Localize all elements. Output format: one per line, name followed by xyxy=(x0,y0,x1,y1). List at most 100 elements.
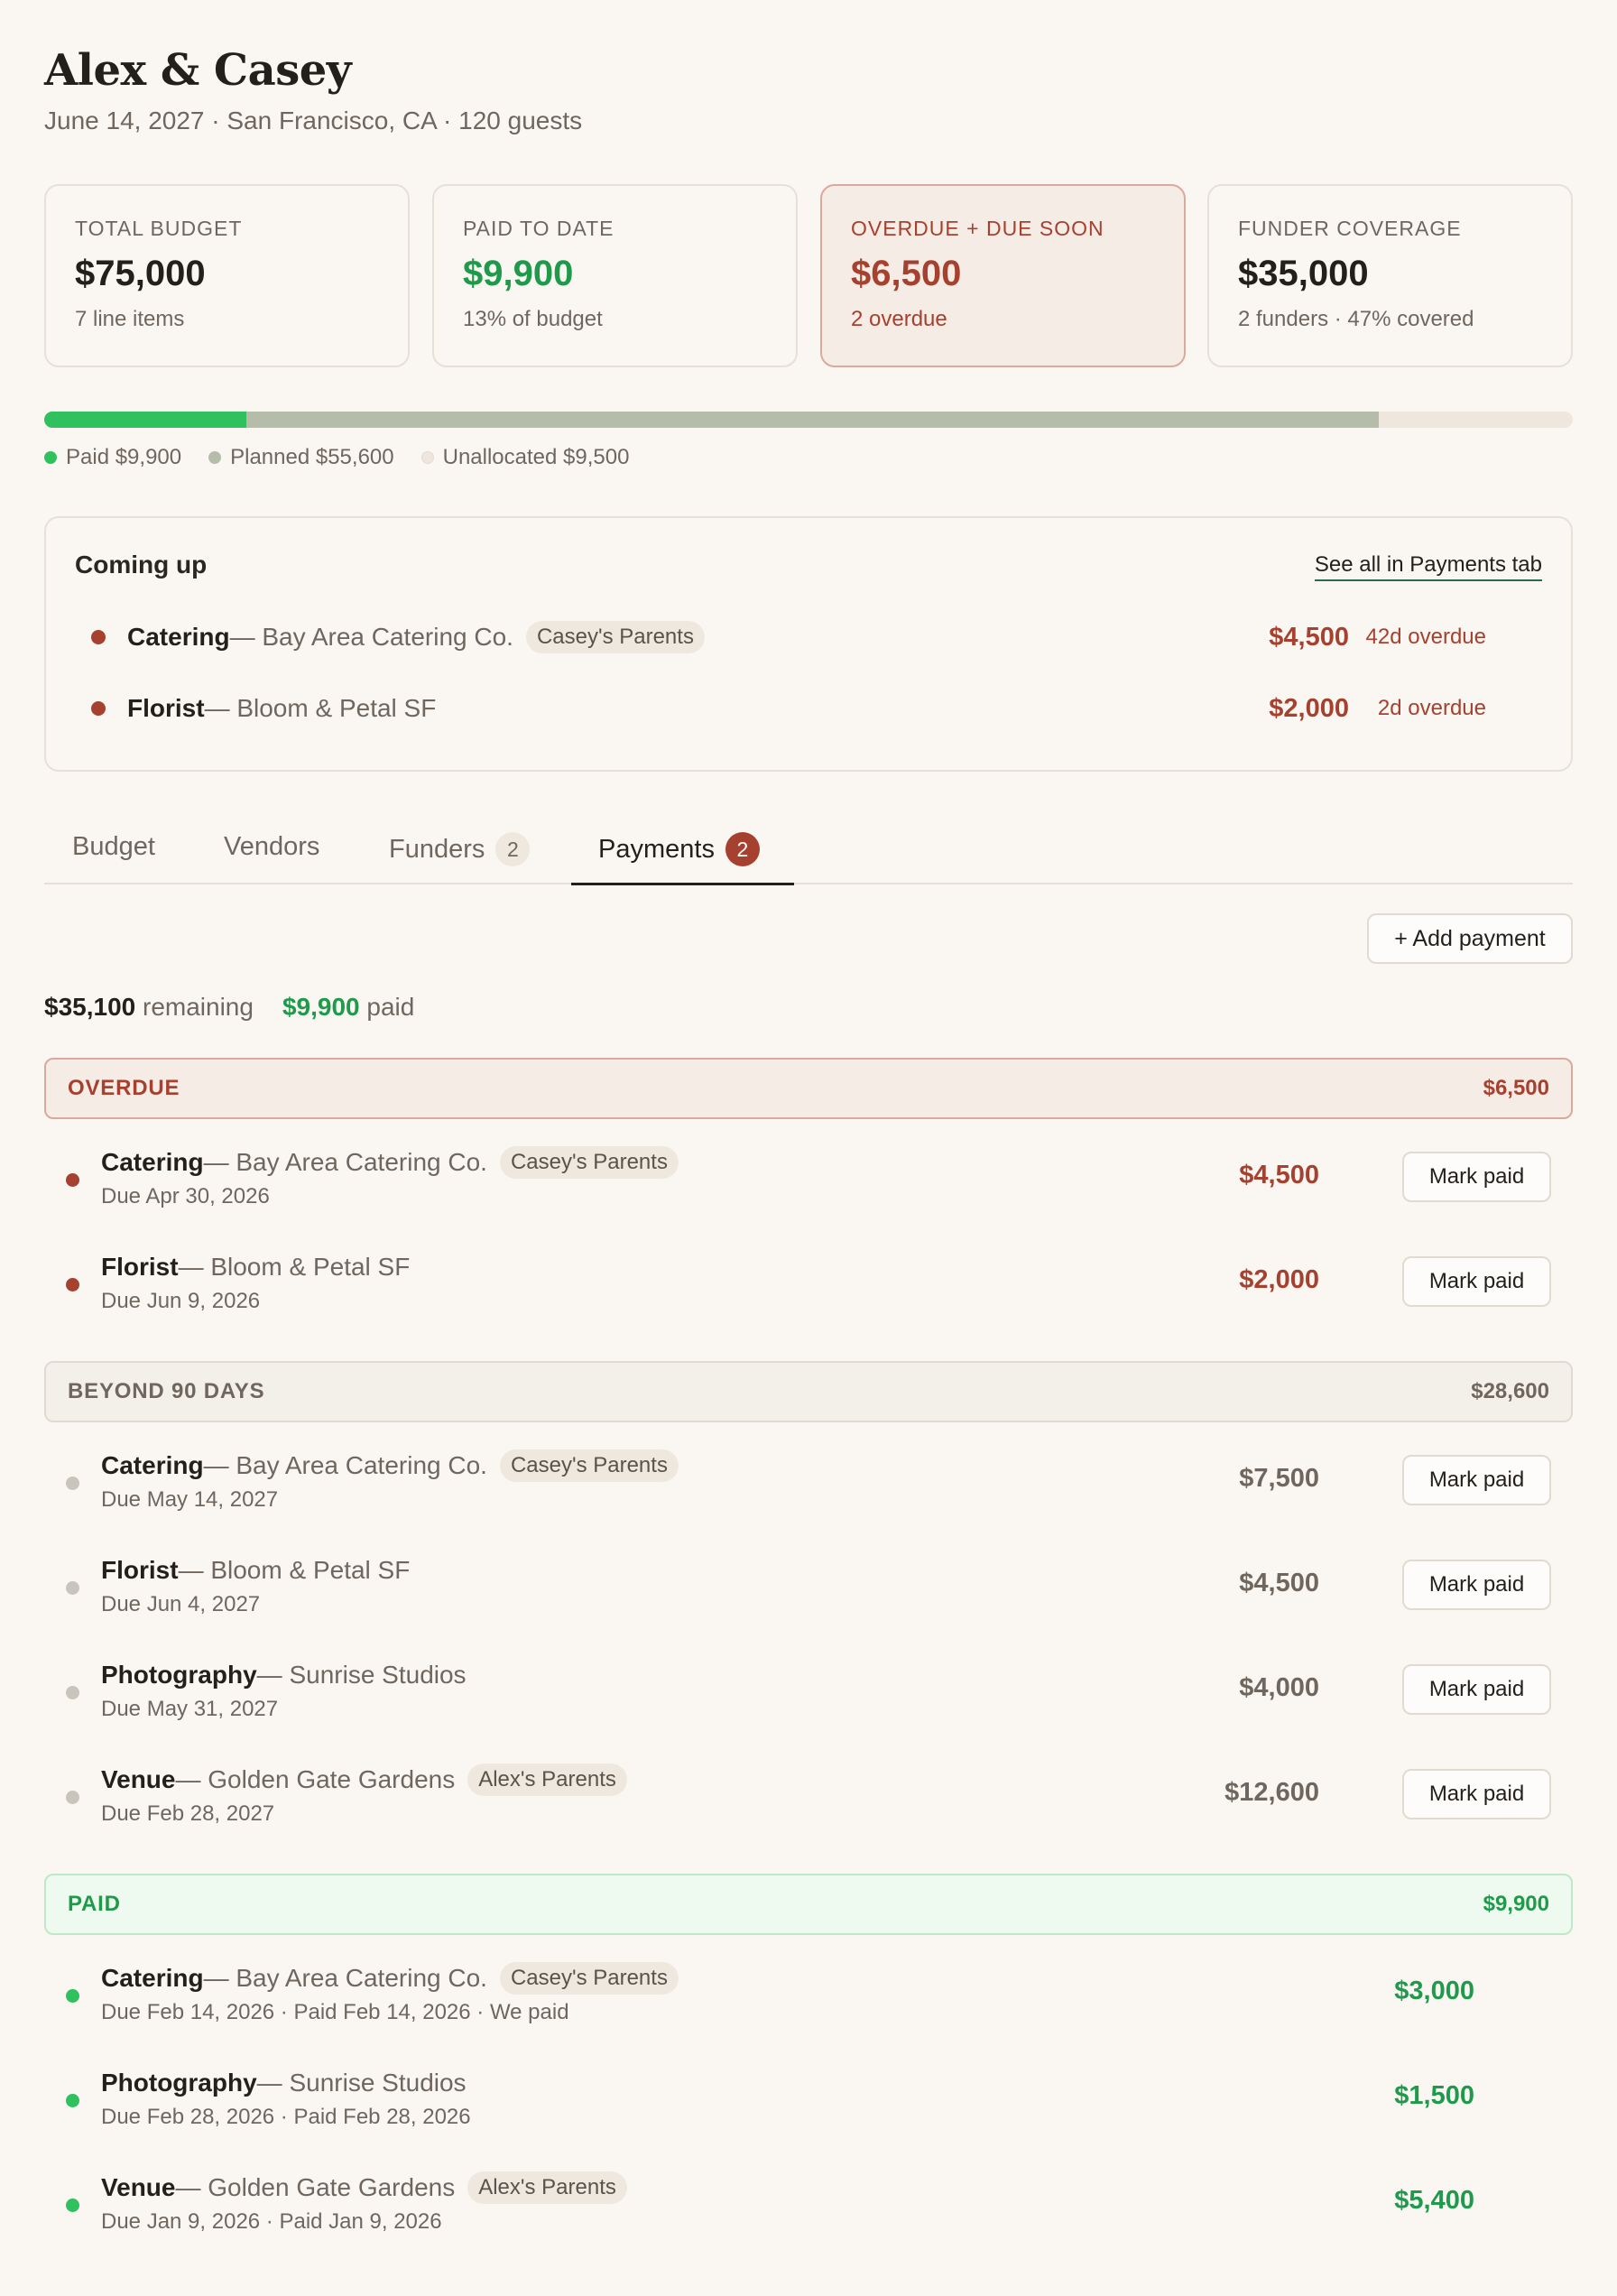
payment-row: Catering — Bay Area Catering Co. Casey's … xyxy=(44,1446,1573,1522)
payment-vendor: — Bay Area Catering Co. xyxy=(203,1964,487,1992)
mark-paid-button[interactable]: Mark paid xyxy=(1402,1455,1551,1505)
legend-dot-icon xyxy=(44,451,57,464)
section-header-paid: PAID $9,900 xyxy=(44,1874,1573,1935)
stat-note: 7 line items xyxy=(75,307,185,331)
legend-planned: Planned $55,600 xyxy=(208,445,394,470)
payment-amount: $5,400 xyxy=(1394,2186,1474,2215)
upcoming-dot-icon xyxy=(66,1477,79,1490)
paid-dot-icon xyxy=(66,2199,79,2212)
payment-row: Florist — Bloom & Petal SF Due Jun 4, 20… xyxy=(44,1551,1573,1626)
legend-dot-icon xyxy=(420,451,434,464)
payment-category: Florist xyxy=(101,1556,179,1584)
tab-funders[interactable]: Funders 2 xyxy=(389,832,531,866)
coming-up-title: Coming up xyxy=(75,551,208,579)
section-total: $28,600 xyxy=(1471,1379,1549,1403)
payment-row: Venue — Golden Gate Gardens Alex's Parent… xyxy=(44,2168,1573,2244)
tab-label: Budget xyxy=(72,832,155,861)
section-header-beyond-90-days: BEYOND 90 DAYS $28,600 xyxy=(44,1361,1573,1422)
payment-amount: $1,500 xyxy=(1394,2081,1474,2110)
tab-label: Vendors xyxy=(224,832,320,861)
payment-row: Catering — Bay Area Catering Co. Casey's … xyxy=(44,1143,1573,1218)
mark-paid-button[interactable]: Mark paid xyxy=(1402,1560,1551,1610)
stat-card-overdue[interactable]: OVERDUE + DUE SOON $6,500 2 overdue xyxy=(820,184,1186,367)
coming-up-item[interactable]: Florist — Bloom & Petal SF $2,000 2d ove… xyxy=(91,689,1529,728)
payment-description: Photography — Sunrise Studios xyxy=(101,1655,467,1695)
payment-amount: $2,000 xyxy=(1269,693,1349,723)
payment-row: Catering — Bay Area Catering Co. Casey's … xyxy=(44,1958,1573,2034)
section-title: BEYOND 90 DAYS xyxy=(68,1379,265,1403)
paid-label: paid xyxy=(359,993,415,1021)
payment-amount: $4,500 xyxy=(1239,1569,1319,1597)
section-total: $9,900 xyxy=(1483,1892,1549,1916)
stat-value: $35,000 xyxy=(1238,254,1369,293)
payment-vendor: — Bloom & Petal SF xyxy=(204,694,437,722)
payment-description: Photography — Sunrise Studios xyxy=(101,2063,467,2103)
tab-bar: Budget Vendors Funders 2 Payments 2 xyxy=(44,812,1573,885)
mark-paid-button[interactable]: Mark paid xyxy=(1402,1152,1551,1202)
stat-card-funder-coverage: FUNDER COVERAGE $35,000 2 funders · 47% … xyxy=(1207,184,1573,367)
upcoming-dot-icon xyxy=(66,1686,79,1699)
payment-due-date: Due Feb 28, 2026 · Paid Feb 28, 2026 xyxy=(101,2105,471,2129)
tab-vendors[interactable]: Vendors xyxy=(224,832,319,862)
payment-due-date: Due Feb 28, 2027 xyxy=(101,1801,275,1826)
payment-description: Catering — Bay Area Catering Co. Casey's … xyxy=(127,621,705,653)
stat-cards: TOTAL BUDGET $75,000 7 line items PAID T… xyxy=(44,184,1573,367)
legend-paid: Paid $9,900 xyxy=(44,445,181,470)
mark-paid-button[interactable]: Mark paid xyxy=(1402,1256,1551,1307)
payment-amount: $7,500 xyxy=(1239,1464,1319,1493)
upcoming-dot-icon xyxy=(66,1581,79,1595)
payment-due-date: Due Apr 30, 2026 xyxy=(101,1184,270,1208)
payment-category: Photography xyxy=(101,1661,257,1689)
add-payment-button[interactable]: + Add payment xyxy=(1367,913,1573,964)
funder-badge: Alex's Parents xyxy=(467,2171,627,2204)
payment-vendor: — Golden Gate Gardens xyxy=(175,2173,456,2201)
payment-vendor: — Bloom & Petal SF xyxy=(178,1556,411,1584)
payment-category: Catering xyxy=(101,1148,204,1176)
tab-label: Payments xyxy=(598,834,715,864)
payment-description: Catering — Bay Area Catering Co. Casey's … xyxy=(101,1143,679,1182)
stat-value: $75,000 xyxy=(75,254,206,293)
payment-description: Catering — Bay Area Catering Co. Casey's … xyxy=(101,1958,679,1998)
payment-due-date: Due Feb 14, 2026 · Paid Feb 14, 2026 · W… xyxy=(101,2000,569,2024)
payment-row: Photography — Sunrise Studios Due Feb 28… xyxy=(44,2063,1573,2139)
budget-bar-paid-segment xyxy=(44,412,246,428)
payments-summary: $35,100 remaining $9,900 paid xyxy=(44,993,414,1022)
funder-badge: Alex's Parents xyxy=(467,1764,627,1796)
funder-badge: Casey's Parents xyxy=(499,1962,679,1995)
stat-card-paid-to-date: PAID TO DATE $9,900 13% of budget xyxy=(432,184,798,367)
section-title: OVERDUE xyxy=(68,1076,180,1100)
active-tab-indicator xyxy=(571,883,794,885)
payment-row: Venue — Golden Gate Gardens Alex's Parent… xyxy=(44,1760,1573,1836)
stat-note: 13% of budget xyxy=(463,307,603,331)
payment-description: Catering — Bay Area Catering Co. Casey's … xyxy=(101,1446,679,1486)
tab-payments[interactable]: Payments 2 xyxy=(598,832,760,866)
stat-label: PAID TO DATE xyxy=(463,217,614,240)
overdue-dot-icon xyxy=(66,1173,79,1187)
legend-dot-icon xyxy=(208,451,222,464)
stat-card-total-budget: TOTAL BUDGET $75,000 7 line items xyxy=(44,184,410,367)
mark-paid-button[interactable]: Mark paid xyxy=(1402,1664,1551,1715)
see-all-payments-link[interactable]: See all in Payments tab xyxy=(1314,552,1542,581)
mark-paid-button[interactable]: Mark paid xyxy=(1402,1769,1551,1819)
payment-amount: $4,500 xyxy=(1239,1161,1319,1190)
payment-due-date: Due May 31, 2027 xyxy=(101,1697,279,1721)
payment-amount: $2,000 xyxy=(1239,1265,1319,1294)
payment-category: Florist xyxy=(101,1253,179,1281)
page-title: Alex & Casey xyxy=(44,45,352,96)
section-header-overdue: OVERDUE $6,500 xyxy=(44,1058,1573,1119)
payment-description: Florist — Bloom & Petal SF xyxy=(101,1247,410,1287)
stat-note: 2 overdue xyxy=(851,307,947,331)
payment-amount: $12,600 xyxy=(1224,1778,1319,1807)
overdue-status: 42d overdue xyxy=(1365,625,1486,649)
remaining-summary: $35,100 remaining xyxy=(44,993,254,1022)
payment-due-date: Due Jun 4, 2027 xyxy=(101,1592,261,1616)
stat-value: $9,900 xyxy=(463,254,574,293)
budget-legend: Paid $9,900 Planned $55,600 Unallocated … xyxy=(44,444,629,471)
paid-dot-icon xyxy=(66,1989,79,2003)
coming-up-item[interactable]: Catering — Bay Area Catering Co. Casey's … xyxy=(91,617,1529,657)
stat-label: OVERDUE + DUE SOON xyxy=(851,217,1104,240)
payment-vendor: — Bay Area Catering Co. xyxy=(229,623,513,651)
paid-summary: $9,900 paid xyxy=(282,993,414,1022)
tab-budget[interactable]: Budget xyxy=(72,832,155,862)
section-title: PAID xyxy=(68,1892,121,1916)
